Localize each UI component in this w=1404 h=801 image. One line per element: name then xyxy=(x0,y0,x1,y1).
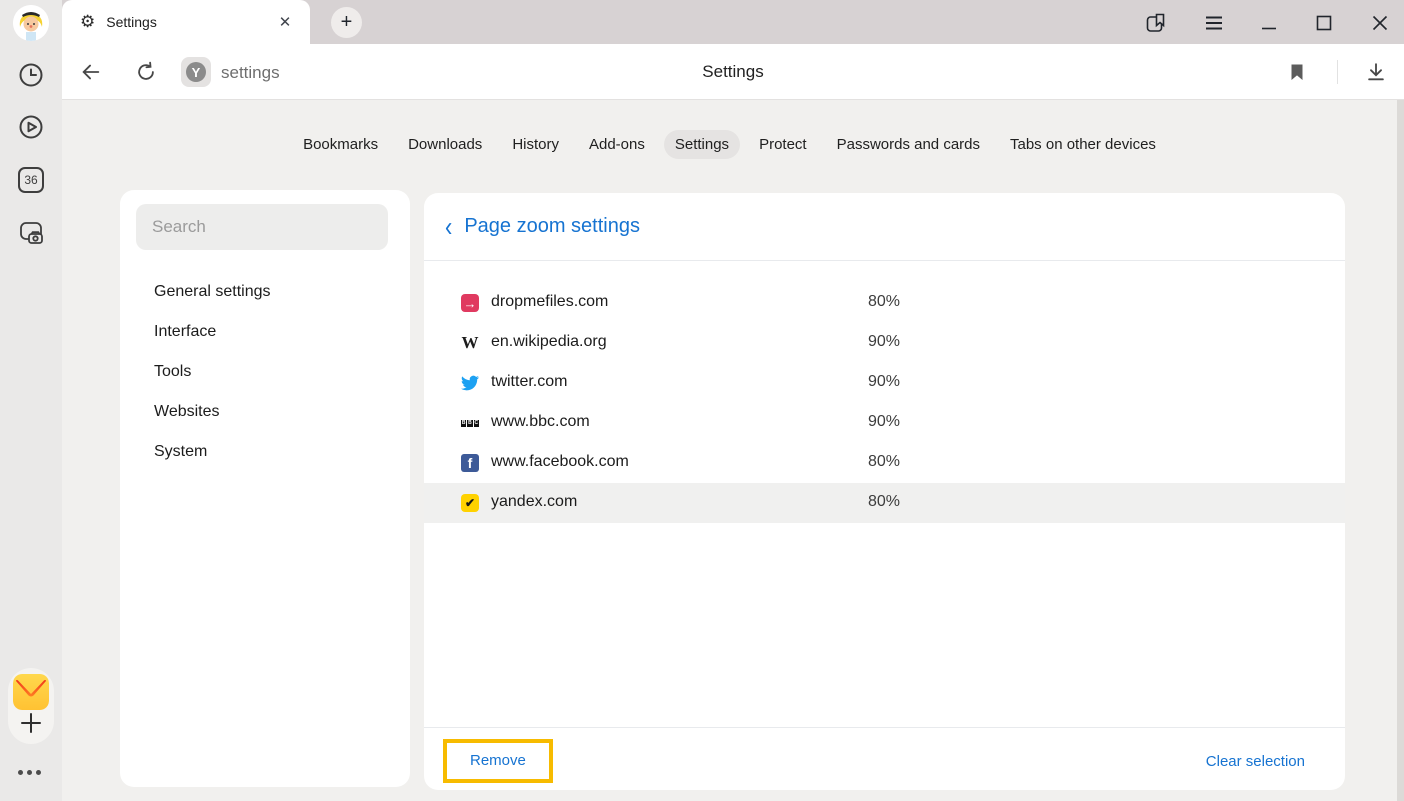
page-title[interactable]: Page zoom settings xyxy=(464,215,640,238)
settings-menu-card: General settings Interface Tools Website… xyxy=(120,190,410,787)
user-avatar[interactable] xyxy=(13,5,49,41)
menu-item-general[interactable]: General settings xyxy=(120,272,410,312)
chevron-left-icon[interactable]: ‹ xyxy=(445,213,452,241)
site-name: yandex.com xyxy=(491,493,577,511)
more-options-icon[interactable] xyxy=(18,770,46,775)
menu-item-tools[interactable]: Tools xyxy=(120,352,410,392)
app-sidebar: 36 xyxy=(0,0,62,801)
nav-tab-passwords[interactable]: Passwords and cards xyxy=(826,130,991,159)
download-icon[interactable] xyxy=(1365,61,1387,83)
play-video-icon[interactable] xyxy=(16,112,46,142)
gear-icon: ⚙ xyxy=(80,12,95,32)
table-row[interactable]: BBC www.bbc.com 90% xyxy=(424,403,1345,443)
table-row[interactable]: f www.facebook.com 80% xyxy=(424,443,1345,483)
close-tab-icon[interactable]: ✕ xyxy=(274,11,296,33)
yandex-mail-icon[interactable] xyxy=(13,674,49,710)
new-tab-button[interactable]: + xyxy=(331,7,362,38)
nav-tab-other-devices[interactable]: Tabs on other devices xyxy=(999,130,1167,159)
minimize-button[interactable] xyxy=(1254,8,1284,38)
panel-header: ‹ Page zoom settings xyxy=(424,193,1345,261)
zoom-value: 90% xyxy=(868,333,900,351)
tab-title: Settings xyxy=(106,14,274,30)
close-window-button[interactable] xyxy=(1365,8,1395,38)
screenshot-icon[interactable] xyxy=(16,217,46,247)
wikipedia-favicon: W xyxy=(461,334,479,352)
bookmark-icon[interactable] xyxy=(1286,61,1308,83)
browser-toolbar: Y settings Settings xyxy=(62,44,1404,100)
twitter-favicon xyxy=(461,374,479,392)
tab-bar: ⚙ Settings ✕ + xyxy=(62,0,1404,44)
browser-tab-settings[interactable]: ⚙ Settings ✕ xyxy=(62,0,310,44)
remove-button-highlight: Remove xyxy=(443,739,553,783)
nav-tab-bookmarks[interactable]: Bookmarks xyxy=(292,130,389,159)
bookmarks-panel-icon[interactable] xyxy=(1141,8,1171,38)
table-row[interactable]: twitter.com 90% xyxy=(424,363,1345,403)
zoom-value: 90% xyxy=(868,373,900,391)
zoom-value: 80% xyxy=(868,493,900,511)
site-name: en.wikipedia.org xyxy=(491,333,607,351)
site-name: dropmefiles.com xyxy=(491,293,608,311)
tab-count-label: 36 xyxy=(18,167,44,193)
site-badge-icon: Y xyxy=(181,57,211,87)
site-name: www.bbc.com xyxy=(491,413,590,431)
back-icon[interactable] xyxy=(80,61,102,83)
nav-tab-settings[interactable]: Settings xyxy=(664,130,740,159)
site-name: twitter.com xyxy=(491,373,567,391)
zoom-value: 80% xyxy=(868,453,900,471)
nav-tab-history[interactable]: History xyxy=(501,130,570,159)
clear-selection-button[interactable]: Clear selection xyxy=(1206,753,1305,770)
toolbar-divider xyxy=(1337,60,1338,84)
site-name: www.facebook.com xyxy=(491,453,629,471)
menu-item-websites[interactable]: Websites xyxy=(120,392,410,432)
address-bar-text[interactable]: settings xyxy=(221,63,280,83)
settings-nav-tabs: Bookmarks Downloads History Add-ons Sett… xyxy=(62,130,1397,159)
bbc-favicon: BBC xyxy=(461,414,479,432)
search-input[interactable] xyxy=(136,204,388,250)
zoom-value: 80% xyxy=(868,293,900,311)
avatar-girl-icon xyxy=(13,5,49,41)
add-panel-button[interactable] xyxy=(16,708,46,738)
menu-icon[interactable] xyxy=(1199,8,1229,38)
remove-button[interactable]: Remove xyxy=(470,752,526,769)
table-row[interactable]: → dropmefiles.com 80% xyxy=(424,283,1345,323)
zoom-site-list: → dropmefiles.com 80% W en.wikipedia.org… xyxy=(424,283,1345,523)
dropmefiles-favicon: → xyxy=(461,294,479,312)
scrollbar-track[interactable] xyxy=(1397,100,1404,801)
nav-tab-downloads[interactable]: Downloads xyxy=(397,130,493,159)
panel-footer: Remove Clear selection xyxy=(424,727,1345,790)
menu-item-system[interactable]: System xyxy=(120,432,410,472)
settings-menu: General settings Interface Tools Website… xyxy=(120,272,410,472)
reload-icon[interactable] xyxy=(135,61,157,83)
table-row[interactable]: W en.wikipedia.org 90% xyxy=(424,323,1345,363)
selected-checkbox-icon[interactable]: ✔ xyxy=(461,494,479,512)
zoom-value: 90% xyxy=(868,413,900,431)
facebook-favicon: f xyxy=(461,454,479,472)
maximize-button[interactable] xyxy=(1309,8,1339,38)
browser-window: 36 xyxy=(0,0,1404,801)
tab-count-badge[interactable]: 36 xyxy=(16,165,46,195)
nav-tab-protect[interactable]: Protect xyxy=(748,130,818,159)
yandex-y-glyph: Y xyxy=(186,62,206,82)
menu-item-interface[interactable]: Interface xyxy=(120,312,410,352)
page-zoom-panel: ‹ Page zoom settings → dropmefiles.com 8… xyxy=(424,193,1345,790)
nav-tab-addons[interactable]: Add-ons xyxy=(578,130,656,159)
settings-content: Bookmarks Downloads History Add-ons Sett… xyxy=(62,100,1404,801)
history-clock-icon[interactable] xyxy=(16,60,46,90)
table-row-selected[interactable]: ✔ yandex.com 80% xyxy=(424,483,1345,523)
